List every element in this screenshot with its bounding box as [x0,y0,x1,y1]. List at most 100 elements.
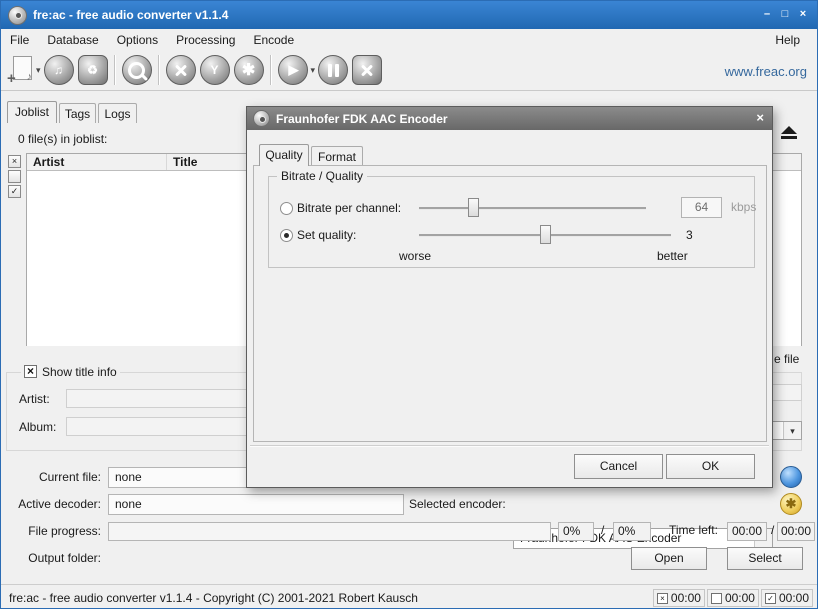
globe-icon[interactable] [780,466,802,488]
partial-combo[interactable]: ▾ [770,421,802,440]
add-files-button[interactable]: + ♪ [7,55,33,85]
app-window: fre:ac - free audio converter v1.1.4 – □… [0,0,818,609]
maximize-button[interactable]: □ [779,7,791,21]
start-encoding-button[interactable]: ▶ [278,55,308,85]
dialog-cd-icon [253,110,270,127]
pause-icon [328,64,339,77]
select-all-button[interactable]: × [8,155,21,168]
set-quality-radio[interactable] [280,229,293,242]
trash-icon: ♻ [87,63,98,77]
menu-help[interactable]: Help [766,30,809,50]
funnel-icon: Y [211,63,219,77]
tab-joblist[interactable]: Joblist [7,101,57,123]
select-button[interactable]: Select [727,547,803,570]
processing-button[interactable]: Y [200,55,230,85]
toolbar: + ♪ ▾ ♫ ♻ Y ✱ ▶ ▾ [1,50,817,91]
play-icon: ▶ [289,62,299,78]
timer-value: 00:00 [671,591,701,605]
freac-website-link[interactable]: www.freac.org [725,64,807,79]
bitrate-quality-group: Bitrate / Quality Bitrate per channel: 6… [268,176,755,268]
settings-button[interactable]: ✱ [234,55,264,85]
show-title-info-label: Show title info [42,365,117,379]
stop-encoding-button[interactable] [352,55,382,85]
active-decoder-value: none [108,494,404,515]
partial-field[interactable] [770,384,802,401]
scale-better-label: better [657,249,688,263]
menu-database[interactable]: Database [38,30,107,50]
timer-total[interactable]: ✓ 00:00 [761,589,813,607]
dialog-close-button[interactable]: × [756,110,764,125]
tab-tags[interactable]: Tags [59,103,96,123]
clear-joblist-button[interactable]: ♻ [78,55,108,85]
stop-x-icon [359,62,375,78]
dialog-tab-quality[interactable]: Quality [259,144,309,166]
file-progress-percent: 0% [558,522,594,541]
timer-unselected[interactable]: 00:00 [707,589,759,607]
toolbar-separator [158,55,160,85]
file-progress-bar [108,522,551,541]
gear-icon: ✱ [242,60,255,80]
slash: / [601,523,604,537]
bitrate-slider-thumb[interactable] [468,198,479,217]
quality-slider-thumb[interactable] [540,225,551,244]
show-title-info-checkbox[interactable]: × [24,365,37,378]
configure-encoder-gear-icon[interactable]: ✱ [780,493,802,515]
output-folder-label: Output folder: [1,548,101,569]
timer-selected[interactable]: × 00:00 [653,589,705,607]
bitrate-value[interactable]: 64 [681,197,722,218]
time-left-file: 00:00 [727,522,767,541]
status-bar: fre:ac - free audio converter v1.1.4 - C… [1,584,817,609]
toggle-selection-button[interactable]: ✓ [8,185,21,198]
ok-button[interactable]: OK [666,454,755,479]
title-bar: fre:ac - free audio converter v1.1.4 – □… [1,1,817,29]
menu-file[interactable]: File [1,30,38,50]
checkbox-checked-icon: ✓ [765,593,776,604]
joblist-count: 0 file(s) in joblist: [18,132,107,146]
timer-value: 00:00 [779,591,809,605]
current-file-label: Current file: [1,467,101,488]
configure-tools-button[interactable] [166,55,196,85]
selected-encoder-label: Selected encoder: [409,494,506,515]
dialog-tab-panel: Bitrate / Quality Bitrate per channel: 6… [253,165,767,442]
file-progress-label: File progress: [1,521,101,542]
tab-logs[interactable]: Logs [98,103,137,123]
quality-value: 3 [686,228,693,242]
menu-processing[interactable]: Processing [167,30,244,50]
start-encoding-dropdown-arrow-icon[interactable]: ▾ [311,65,316,76]
cancel-button[interactable]: Cancel [574,454,663,479]
time-left-total: 00:00 [777,522,815,541]
toolbar-separator [114,55,116,85]
group-title: Bitrate / Quality [277,169,367,183]
time-left-label: Time left: [669,523,718,537]
scale-worse-label: worse [399,249,431,263]
bitrate-radio[interactable] [280,202,293,215]
plus-icon: + [7,72,16,85]
set-quality-label: Set quality: [297,228,356,242]
eject-icon[interactable] [779,125,799,140]
bitrate-label: Bitrate per channel: [297,201,401,215]
dialog-tab-format[interactable]: Format [311,146,363,166]
wrench-icon [173,62,189,78]
checkbox-empty-icon [711,593,722,604]
dialog-title-bar: Fraunhofer FDK AAC Encoder × [247,107,772,130]
select-none-button[interactable] [8,170,21,183]
add-cd-button[interactable]: ♫ [44,55,74,85]
bitrate-slider[interactable] [419,207,646,210]
music-note-icon: ♪ [27,71,33,83]
window-title: fre:ac - free audio converter v1.1.4 [33,8,228,22]
open-button[interactable]: Open [631,547,707,570]
menu-encode[interactable]: Encode [244,30,303,50]
chevron-down-icon[interactable]: ▾ [783,422,801,439]
cddb-query-button[interactable] [122,55,152,85]
app-cd-icon [8,6,27,25]
close-button[interactable]: × [797,7,809,21]
status-text: fre:ac - free audio converter v1.1.4 - C… [9,591,418,605]
menu-options[interactable]: Options [108,30,167,50]
bitrate-unit: kbps [731,200,756,214]
show-title-info[interactable]: × Show title info [21,365,120,379]
minimize-button[interactable]: – [761,7,773,21]
add-files-dropdown-arrow-icon[interactable]: ▾ [36,65,41,76]
toolbar-separator [270,55,272,85]
column-header-artist[interactable]: Artist [27,154,167,170]
pause-encoding-button[interactable] [318,55,348,85]
